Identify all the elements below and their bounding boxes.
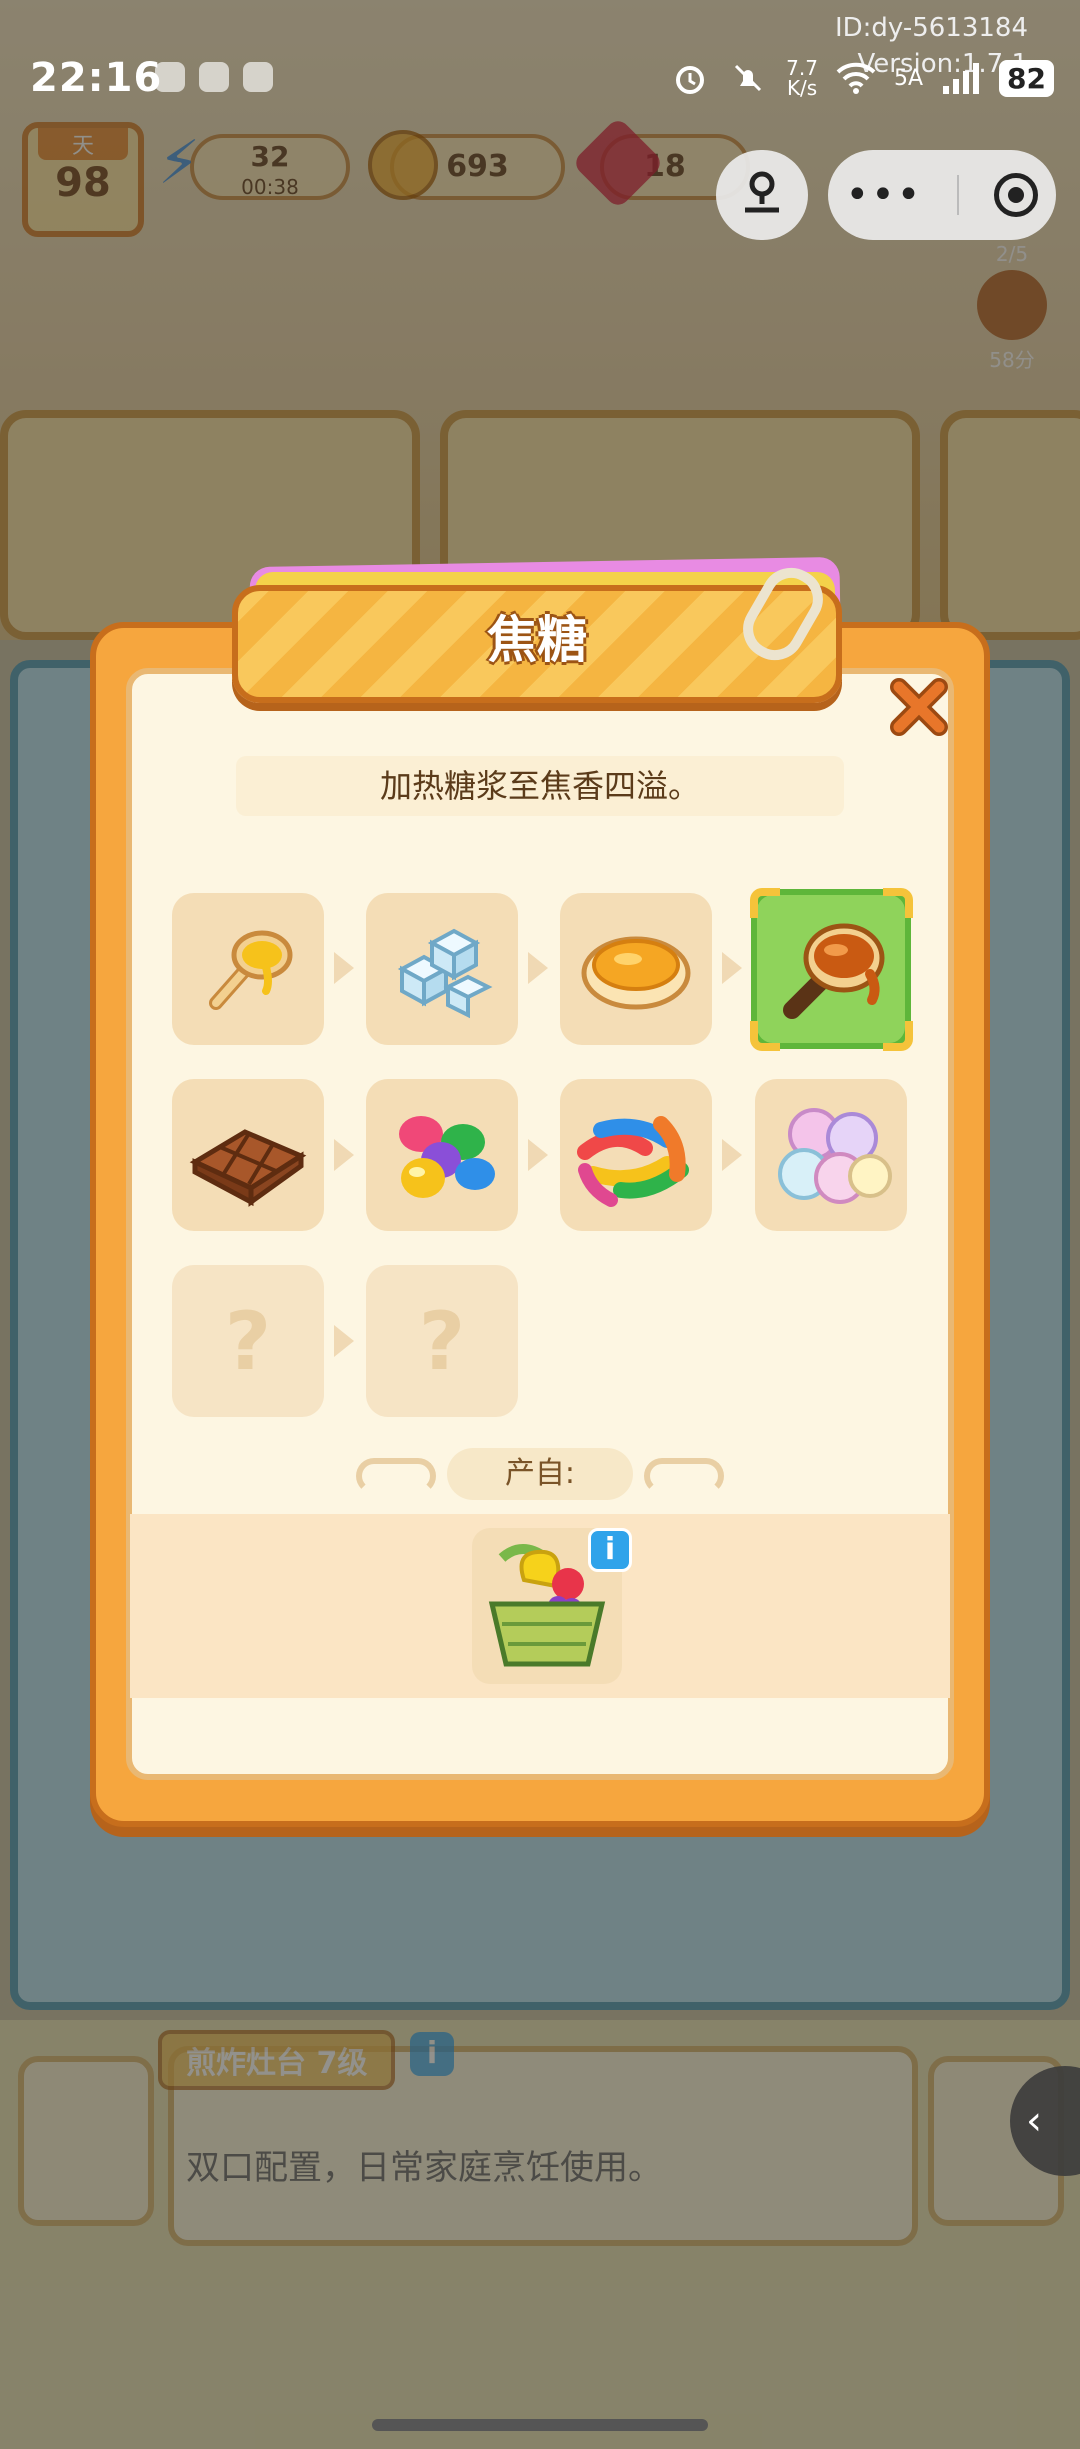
close-icon bbox=[890, 678, 948, 736]
chain-item-locked[interactable]: ? bbox=[366, 1265, 518, 1417]
chain-item-syrup[interactable] bbox=[172, 893, 324, 1045]
capsule-divider bbox=[957, 175, 960, 215]
joystick-icon bbox=[745, 171, 779, 213]
clock: 22:16 bbox=[30, 55, 163, 101]
swirl-ornament-icon bbox=[644, 1458, 724, 1494]
network-type: 5A bbox=[893, 65, 924, 91]
close-miniprogram-icon[interactable] bbox=[994, 173, 1039, 217]
source-label: 产自: bbox=[447, 1448, 633, 1500]
chain-item-custard[interactable] bbox=[560, 893, 712, 1045]
home-indicator[interactable] bbox=[372, 2419, 708, 2431]
sugar-cubes-icon bbox=[397, 928, 493, 1019]
mute-icon bbox=[728, 58, 768, 98]
net-speed-unit: K/s bbox=[786, 76, 818, 100]
more-menu-icon[interactable]: ••• bbox=[846, 175, 923, 215]
alarm-icon bbox=[670, 58, 710, 98]
gummy-worms-icon bbox=[577, 1116, 689, 1207]
close-button[interactable] bbox=[884, 672, 954, 742]
notification-icons bbox=[155, 62, 273, 92]
marshmallows-icon bbox=[778, 1108, 892, 1204]
syrup-spoon-icon bbox=[209, 930, 293, 1010]
wifi-icon bbox=[836, 58, 876, 98]
chain-item-locked[interactable]: ? bbox=[172, 1265, 324, 1417]
chain-item-gummy-worms[interactable] bbox=[560, 1079, 712, 1231]
game-hub-button[interactable] bbox=[716, 150, 808, 240]
caramel-spoon-icon bbox=[783, 923, 885, 1019]
selection-corner bbox=[883, 1021, 913, 1051]
chain-item-jelly-beans[interactable] bbox=[366, 1079, 518, 1231]
source-header: 产自: bbox=[350, 1444, 730, 1504]
chocolate-bar-icon bbox=[189, 1129, 307, 1207]
status-right: 7.7 K/s 5A 82 bbox=[670, 58, 1054, 98]
selection-corner bbox=[750, 1021, 780, 1051]
chain-arrow bbox=[334, 952, 354, 984]
watermark-id: ID:dy-5613184 bbox=[834, 13, 1028, 43]
net-speed: 7.7 K/s bbox=[786, 58, 818, 98]
battery-indicator: 82 bbox=[999, 59, 1054, 97]
app-notification-icon bbox=[243, 62, 273, 92]
chain-arrow bbox=[722, 1139, 742, 1171]
app-notification-icon bbox=[199, 62, 229, 92]
chain-item-chocolate[interactable] bbox=[172, 1079, 324, 1231]
custard-cup-icon bbox=[581, 936, 691, 1010]
app-notification-icon bbox=[155, 62, 185, 92]
signal-icon bbox=[941, 58, 981, 98]
unknown-item-mark: ? bbox=[418, 1294, 466, 1388]
source-info-icon[interactable]: i bbox=[588, 1528, 632, 1572]
unknown-item-mark: ? bbox=[224, 1294, 272, 1388]
net-speed-value: 7.7 bbox=[786, 56, 818, 80]
chain-arrow bbox=[528, 1139, 548, 1171]
swirl-ornament-icon bbox=[356, 1458, 436, 1494]
chain-arrow bbox=[722, 952, 742, 984]
jelly-beans-icon bbox=[399, 1116, 495, 1198]
selection-corner bbox=[883, 888, 913, 918]
miniprogram-capsule: ••• bbox=[828, 150, 1056, 240]
chain-arrow bbox=[334, 1325, 354, 1357]
chain-arrow bbox=[528, 952, 548, 984]
chain-item-sugar[interactable] bbox=[366, 893, 518, 1045]
selection-corner bbox=[750, 888, 780, 918]
item-description-box: 加热糖浆至焦香四溢。 bbox=[236, 756, 844, 816]
chain-item-marshmallows[interactable] bbox=[755, 1079, 907, 1231]
status-bar: 22:16 ID:dy-5613184 Version:1.7.1 7.7 K/… bbox=[0, 0, 1080, 150]
chain-arrow bbox=[334, 1139, 354, 1171]
